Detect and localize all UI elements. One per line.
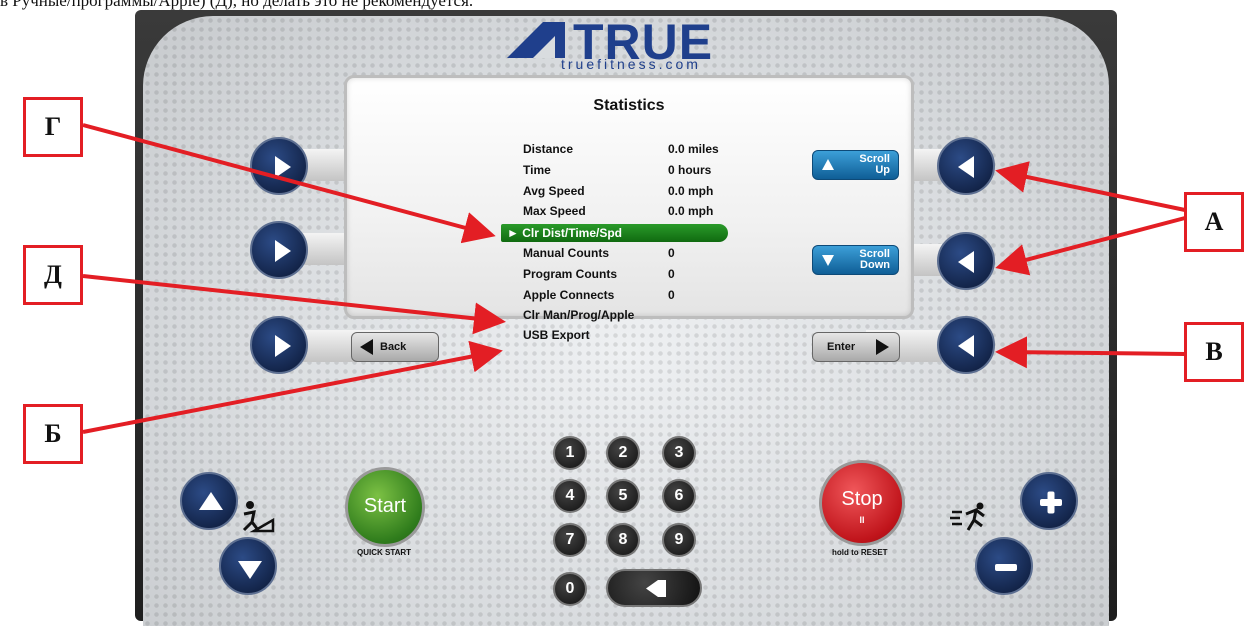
callout-arrows [82,123,1186,434]
callout-g: Г [23,97,83,157]
callout-b: Б [23,404,83,464]
callout-d: Д [23,245,83,305]
callout-a: А [1184,192,1244,252]
callout-v: В [1184,322,1244,382]
